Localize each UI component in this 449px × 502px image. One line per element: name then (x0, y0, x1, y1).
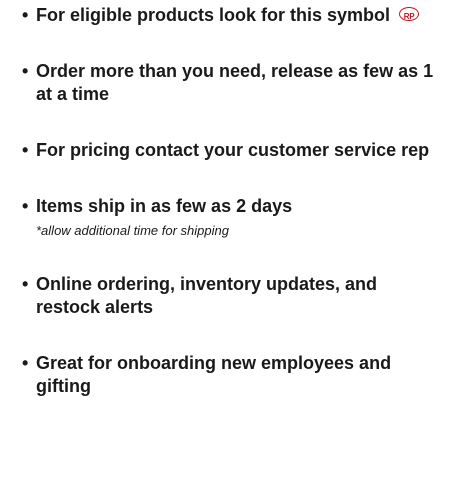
list-item-text: Items ship in as few as 2 days (36, 196, 293, 216)
list-item-text: For pricing contact your customer servic… (36, 140, 430, 160)
list-item-text: Great for onboarding new employees and g… (36, 353, 392, 396)
list-item-text: For eligible products look for this symb… (36, 5, 391, 25)
bullet-dot: • (22, 140, 29, 160)
list-item-text: Order more than you need, release as few… (36, 61, 434, 104)
shipping-note: *allow additional time for shipping (36, 223, 229, 238)
bullet-dot: • (22, 61, 29, 81)
list-item-eligible-products: • For eligible products look for this sy… (22, 4, 442, 27)
benefits-list: • For eligible products look for this sy… (22, 4, 442, 398)
list-item-online-ordering: • Online ordering, inventory updates, an… (22, 273, 442, 319)
bullet-dot: • (22, 5, 29, 25)
rp-symbol-label: RP (403, 12, 415, 22)
list-item-text: Online ordering, inventory updates, and … (36, 274, 378, 317)
list-item-onboarding: • Great for onboarding new employees and… (22, 352, 442, 398)
rp-symbol-icon: RP (399, 7, 420, 22)
bullet-dot: • (22, 196, 29, 216)
bullet-dot: • (22, 274, 29, 294)
list-item-pricing: • For pricing contact your customer serv… (22, 139, 442, 162)
bullet-dot: • (22, 353, 29, 373)
list-item-order-more: • Order more than you need, release as f… (22, 60, 442, 106)
list-item-shipping: • Items ship in as few as 2 days *allow … (22, 195, 442, 240)
